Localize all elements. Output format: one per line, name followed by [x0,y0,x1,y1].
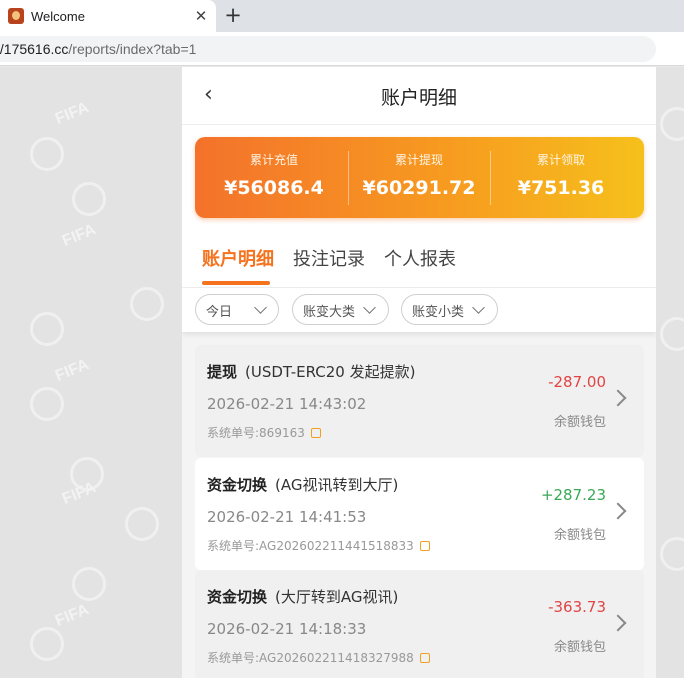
stat-value: ¥751.36 [517,177,605,199]
order-label: 系统单号: [207,426,260,440]
record-title: 资金切换 (大厅转到AG视讯) [207,586,398,607]
order-number: AG202602211441518833 [259,539,414,553]
fifa-watermark: FIFA [59,479,99,508]
record-date: 2026-02-21 14:41:53 [207,508,367,526]
record-wallet: 余额钱包 [553,528,606,543]
record-type: 资金切换 [207,476,268,494]
order-label: 系统单号: [207,651,260,665]
address-bar: //175616.cc/reports/index?tab=1 [0,32,684,66]
record-order: 系统单号:AG202602211418327988 [207,649,430,666]
fifa-watermark: FIFA [52,99,92,128]
tab-personal-report[interactable]: 个人报表 [384,245,456,271]
order-number: 869163 [259,426,305,440]
record-order: 系统单号:869163 [207,424,321,441]
soccer-ball-icon [30,387,64,421]
summary-section: 累计充值 ¥56086.4 累计提现 ¥60291.72 累计领取 ¥751.3… [182,125,656,231]
chevron-down-icon [254,301,267,314]
filter-subcategory-select[interactable]: 账变小类 [401,294,498,325]
copy-icon[interactable] [419,653,430,663]
page-header: ‹ 账户明细 [182,67,656,125]
fifa-watermark: FIFA [52,601,92,630]
record-item[interactable]: 资金切换 (AG视讯转到大厅) 2026-02-21 14:41:53 系统单号:… [195,458,644,570]
browser-tab[interactable]: Welcome ✕ [0,0,216,32]
soccer-ball-icon [660,317,684,351]
filter-bar: 今日 账变大类 账变小类 [182,288,656,332]
close-tab-icon[interactable]: ✕ [192,6,210,26]
record-amount: -363.73 [548,598,606,616]
record-wallet: 余额钱包 [553,640,606,655]
tab-account-details[interactable]: 账户明细 [202,245,274,271]
record-amount: -287.00 [548,373,606,391]
stat-label: 累计领取 [536,153,585,167]
tab-bet-records[interactable]: 投注记录 [293,245,365,271]
soccer-ball-icon [30,137,64,171]
page-title: 账户明细 [380,87,457,109]
site-favicon-icon [8,8,24,24]
chevron-down-icon [472,301,485,314]
record-date: 2026-02-21 14:43:02 [207,395,367,413]
new-tab-button[interactable]: + [222,4,244,28]
record-date: 2026-02-21 14:18:33 [207,620,367,638]
url-field[interactable]: //175616.cc/reports/index?tab=1 [0,36,656,62]
record-item[interactable]: 提现 (USDT-ERC20 发起提款) 2026-02-21 14:43:02 … [195,345,644,457]
record-amount: +287.23 [540,486,606,504]
order-label: 系统单号: [207,539,260,553]
soccer-ball-icon [30,312,64,346]
stat-label: 累计提现 [394,153,443,167]
chevron-down-icon [363,301,376,314]
filter-label: 账变小类 [412,305,465,320]
active-tab-indicator [202,281,270,285]
stat-value: ¥60291.72 [362,177,476,199]
filter-category-select[interactable]: 账变大类 [292,294,389,325]
soccer-ball-icon [72,182,106,216]
soccer-ball-icon [125,507,159,541]
copy-icon[interactable] [419,541,430,551]
url-path: /reports/index?tab=1 [68,41,197,57]
chevron-right-icon[interactable] [609,614,627,632]
record-desc: (AG视讯转到大厅) [275,476,399,494]
soccer-ball-icon [130,287,164,321]
soccer-ball-icon [660,537,684,571]
sub-tabs: 账户明细 投注记录 个人报表 [182,231,656,288]
filter-label: 今日 [206,305,233,320]
browser-tab-bar: Welcome ✕ + [0,0,684,32]
stat-total-claimed: 累计领取 ¥751.36 [490,137,632,218]
filter-label: 账变大类 [303,305,356,320]
stat-label: 累计充值 [249,153,298,167]
record-title: 资金切换 (AG视讯转到大厅) [207,474,398,495]
record-item[interactable]: 资金切换 (大厅转到AG视讯) 2026-02-21 14:18:33 系统单号:… [195,570,644,678]
url-text[interactable]: //175616.cc/reports/index?tab=1 [0,41,196,57]
record-desc: (大厅转到AG视讯) [275,588,399,606]
chevron-right-icon[interactable] [609,389,627,407]
soccer-ball-icon [72,567,106,601]
record-type: 资金切换 [207,588,268,606]
soccer-ball-icon [30,627,64,661]
filter-date-select[interactable]: 今日 [195,294,279,325]
soccer-ball-icon [660,107,684,141]
chevron-right-icon[interactable] [609,502,627,520]
stat-total-withdraw: 累计提现 ¥60291.72 [348,137,490,218]
account-details-panel: ‹ 账户明细 累计充值 ¥56086.4 累计提现 ¥60291.72 累计领取… [182,67,656,678]
order-number: AG202602211418327988 [259,651,414,665]
url-host: //175616.cc [0,41,69,57]
stat-value: ¥56086.4 [224,177,324,199]
record-wallet: 余额钱包 [553,415,606,430]
tab-title: Welcome [31,8,85,24]
copy-icon[interactable] [310,428,321,438]
fifa-watermark: FIFA [52,356,92,385]
stat-total-deposit: 累计充值 ¥56086.4 [203,137,345,218]
summary-card: 累计充值 ¥56086.4 累计提现 ¥60291.72 累计领取 ¥751.3… [195,137,644,218]
record-title: 提现 (USDT-ERC20 发起提款) [207,361,415,382]
fifa-watermark: FIFA [59,221,99,250]
record-desc: (USDT-ERC20 发起提款) [245,363,416,381]
record-type: 提现 [207,363,238,381]
record-order: 系统单号:AG202602211441518833 [207,537,430,554]
